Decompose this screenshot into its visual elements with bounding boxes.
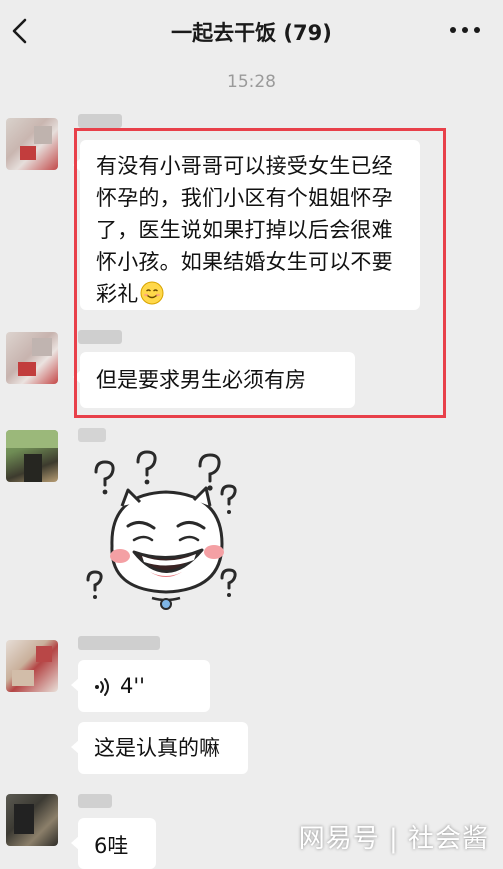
sender-name-blurred [78, 428, 106, 442]
highlight-box [74, 128, 446, 418]
message-bubble[interactable]: 6哇 [71, 818, 156, 869]
avatar[interactable] [6, 118, 58, 170]
avatar[interactable] [6, 794, 58, 846]
message-text: 6哇 [94, 834, 129, 858]
chat-header: 一起去干饭 (79) [0, 0, 503, 62]
avatar[interactable] [6, 332, 58, 384]
voice-wave-icon [95, 678, 109, 696]
watermark: 网易号 | 社会酱 [298, 824, 489, 854]
voice-message-bubble[interactable]: 4'' [71, 660, 210, 712]
sender-name-blurred [78, 794, 112, 808]
chat-title: 一起去干饭 (79) [171, 21, 332, 45]
voice-duration: 4'' [120, 674, 145, 698]
avatar[interactable] [6, 640, 58, 692]
sender-name-blurred [78, 114, 122, 128]
message-timestamp: 15:28 [227, 72, 276, 92]
message-text: 这是认真的嘛 [94, 736, 220, 760]
confused-laughing-sticker[interactable] [82, 448, 250, 620]
message-bubble[interactable]: 这是认真的嘛 [71, 722, 248, 774]
sender-name-blurred [78, 636, 160, 650]
more-dots-icon[interactable] [447, 18, 483, 42]
avatar[interactable] [6, 430, 58, 482]
